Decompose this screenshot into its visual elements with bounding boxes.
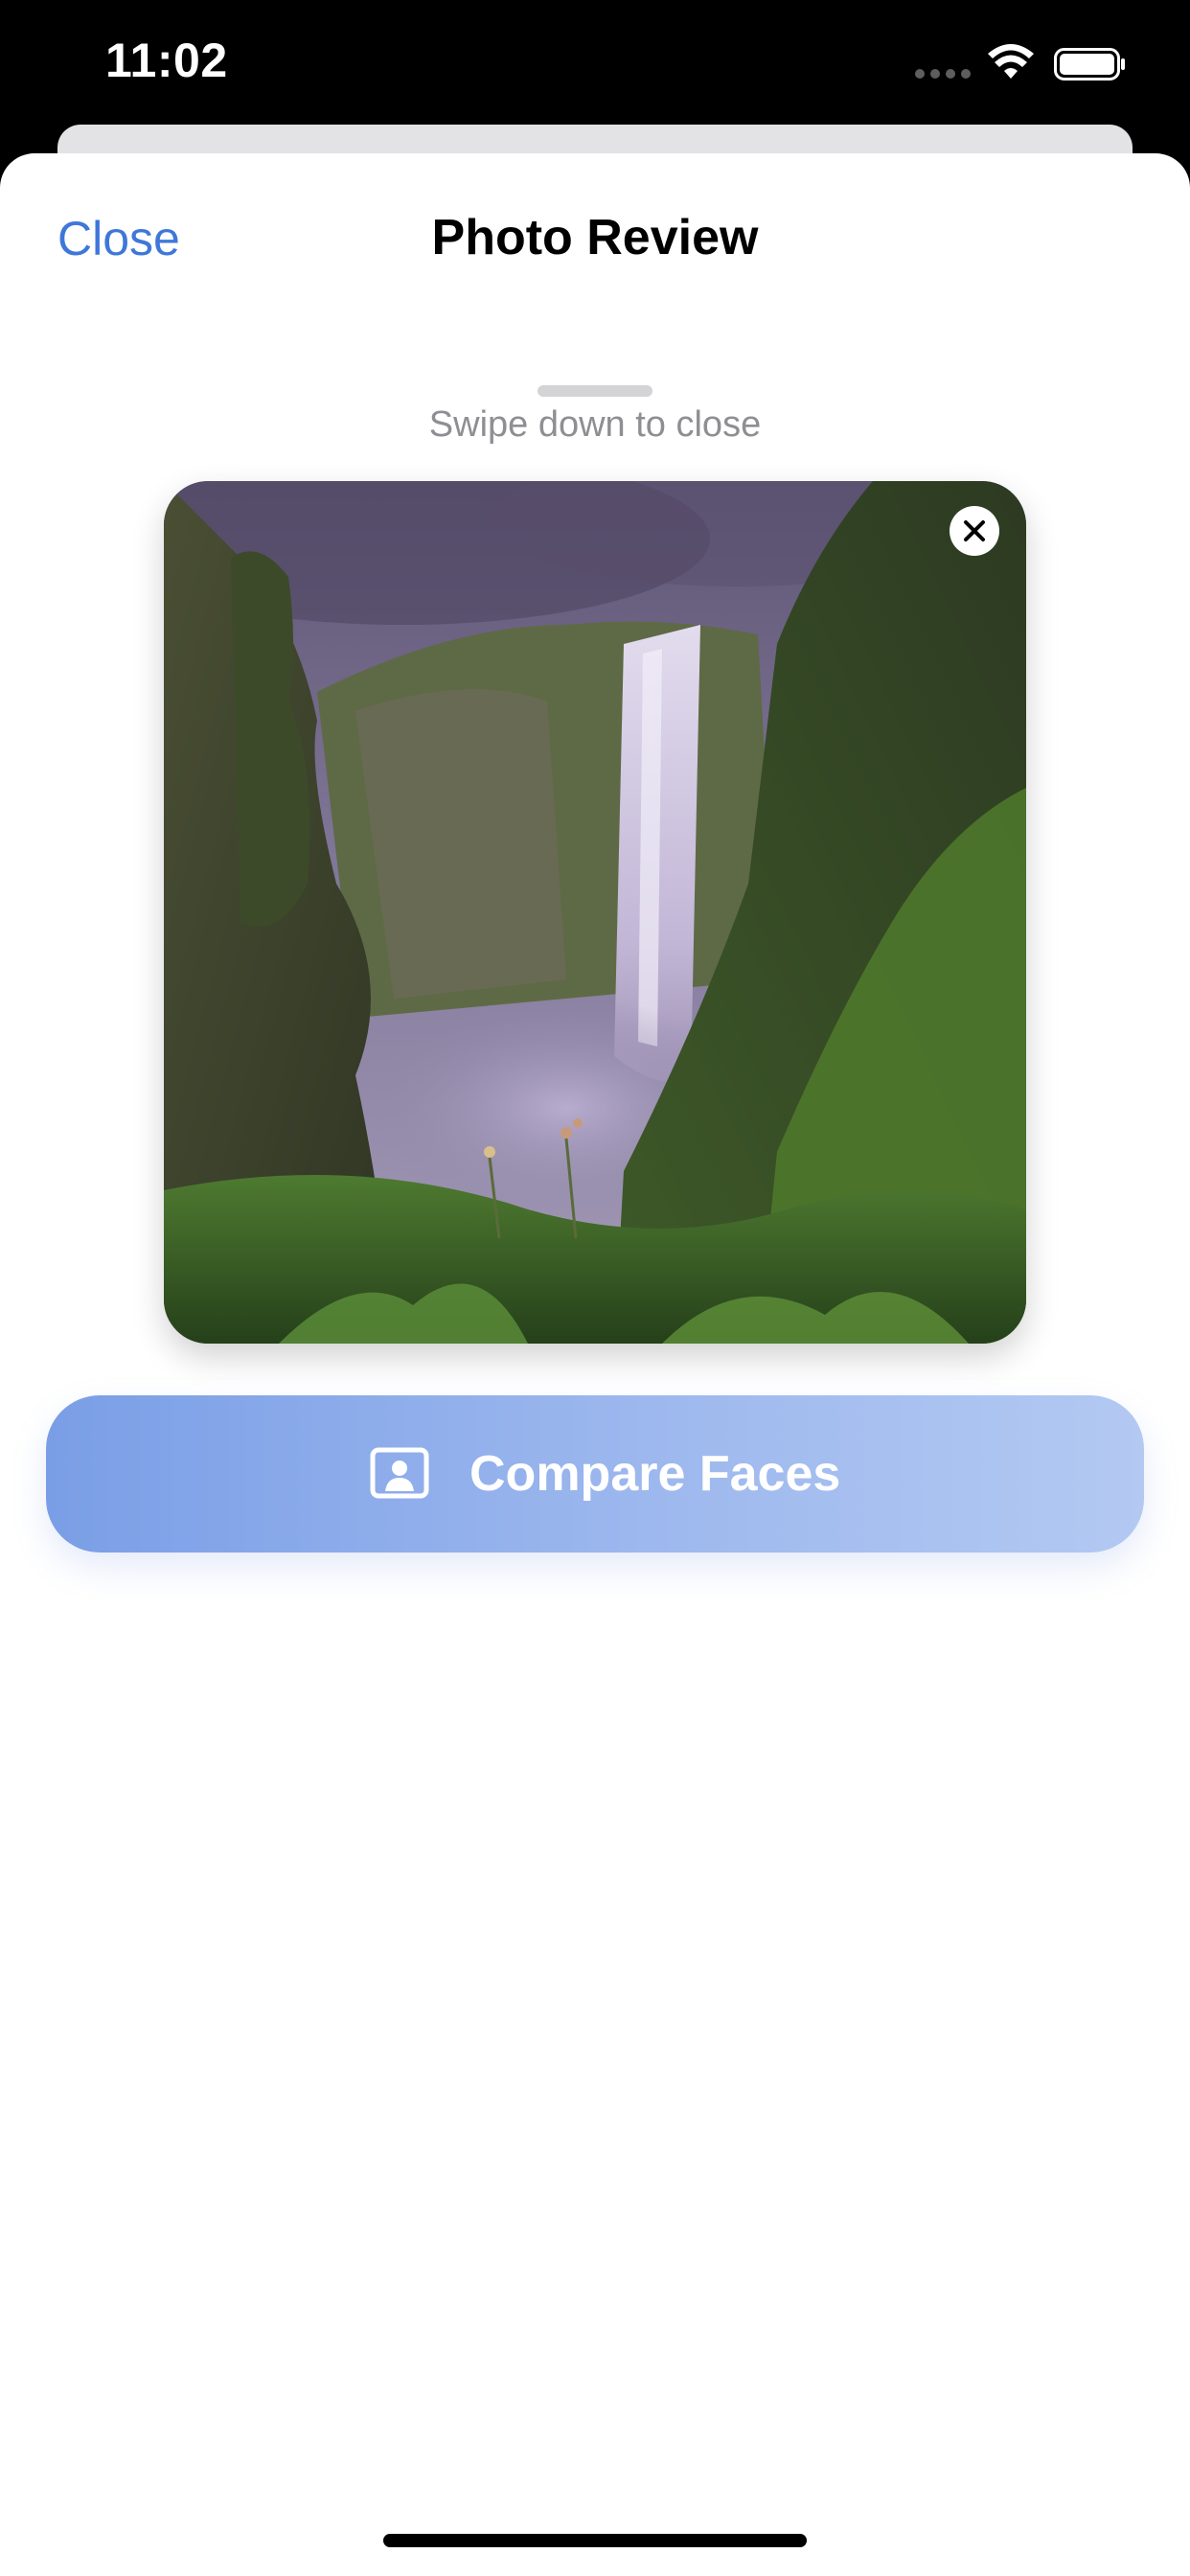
wifi-icon xyxy=(988,44,1034,79)
status-time: 11:02 xyxy=(105,34,228,87)
screen: 11:02 Close Photo Review Swipe down to c… xyxy=(0,0,1190,2576)
compare-faces-button[interactable]: Compare Faces xyxy=(46,1395,1144,1552)
portrait-icon xyxy=(370,1447,429,1499)
signal-icon xyxy=(915,69,971,80)
compare-faces-label: Compare Faces xyxy=(469,1446,841,1502)
photo-preview[interactable] xyxy=(164,481,1026,1344)
page-title: Photo Review xyxy=(431,210,759,265)
photo-review-sheet: Close Photo Review Swipe down to close C… xyxy=(0,153,1190,2576)
swipe-hint: Swipe down to close xyxy=(428,404,762,445)
waterfall-photo xyxy=(164,481,1026,1344)
sheet-grabber[interactable] xyxy=(538,385,652,397)
battery-icon xyxy=(1054,48,1125,80)
home-indicator[interactable] xyxy=(383,2534,807,2547)
status-bar: 11:02 xyxy=(0,0,1190,125)
remove-photo-button[interactable] xyxy=(950,506,999,556)
close-icon xyxy=(964,520,985,541)
